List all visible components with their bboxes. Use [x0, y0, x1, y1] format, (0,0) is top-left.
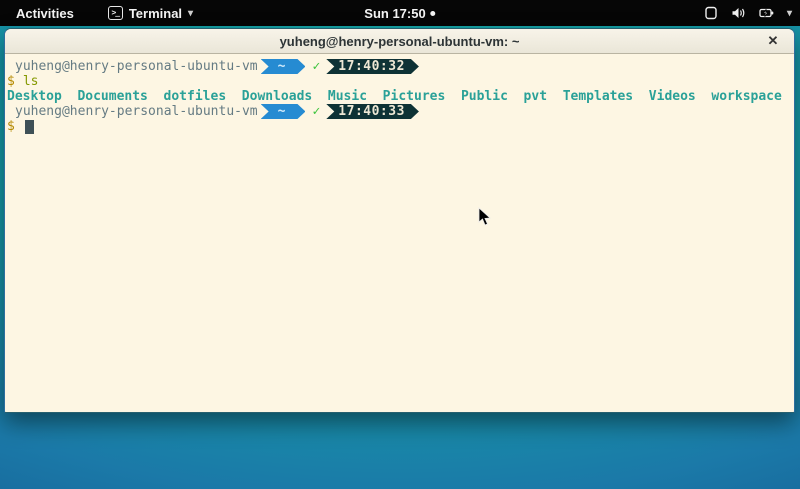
window-titlebar[interactable]: yuheng@henry-personal-ubuntu-vm: ~ ✕ — [5, 29, 794, 54]
terminal-icon: >_ — [108, 6, 123, 20]
prompt-symbol: $ — [7, 74, 15, 89]
chevron-down-icon: ▾ — [188, 8, 193, 19]
terminal-content[interactable]: yuheng@henry-personal-ubuntu-vm ~ ✓ 17:4… — [5, 54, 794, 412]
cwd-label: ~ — [278, 104, 286, 119]
prompt-user: yuheng@henry-personal-ubuntu-vm — [15, 59, 258, 74]
system-status-menu[interactable]: ▾ — [704, 0, 792, 26]
input-line: $ — [7, 119, 792, 134]
time-label: 17:40:32 — [338, 59, 405, 74]
time-badge: 17:40:32 — [326, 59, 419, 74]
prompt-symbol: $ — [7, 119, 15, 134]
terminal-window: yuheng@henry-personal-ubuntu-vm: ~ ✕ yuh… — [4, 28, 795, 413]
directory-listing: Desktop Documents dotfiles Downloads Mus… — [7, 89, 782, 104]
terminal-cursor — [25, 120, 34, 134]
volume-icon — [731, 6, 746, 20]
cwd-badge: ~ — [261, 104, 306, 119]
top-bar: Activities >_ Terminal ▾ Sun 17:50 — [0, 0, 800, 26]
prompt-line: yuheng@henry-personal-ubuntu-vm ~ ✓ 17:4… — [7, 104, 792, 119]
command-text: ls — [23, 74, 39, 89]
clock-button[interactable]: Sun 17:50 — [364, 0, 435, 26]
time-label: 17:40:33 — [338, 104, 405, 119]
prompt-line: yuheng@henry-personal-ubuntu-vm ~ ✓ 17:4… — [7, 59, 792, 74]
chevron-down-icon: ▾ — [787, 8, 792, 19]
close-icon[interactable]: ✕ — [764, 32, 782, 50]
check-icon: ✓ — [312, 59, 320, 74]
cwd-label: ~ — [278, 59, 286, 74]
clock-label: Sun 17:50 — [364, 6, 425, 21]
battery-charging-icon — [759, 6, 774, 20]
notification-dot — [431, 11, 436, 16]
app-menu-terminal[interactable]: >_ Terminal ▾ — [108, 6, 193, 21]
activities-button[interactable]: Activities — [10, 4, 80, 23]
desktop: Activities >_ Terminal ▾ Sun 17:50 — [0, 0, 800, 489]
window-title: yuheng@henry-personal-ubuntu-vm: ~ — [280, 34, 520, 49]
command-line: $ ls — [7, 74, 792, 89]
app-menu-label: Terminal — [129, 6, 182, 21]
check-icon: ✓ — [312, 104, 320, 119]
screen-icon — [704, 6, 718, 20]
time-badge: 17:40:33 — [326, 104, 419, 119]
prompt-user: yuheng@henry-personal-ubuntu-vm — [15, 104, 258, 119]
cwd-badge: ~ — [261, 59, 306, 74]
ls-output-line: Desktop Documents dotfiles Downloads Mus… — [7, 89, 792, 104]
